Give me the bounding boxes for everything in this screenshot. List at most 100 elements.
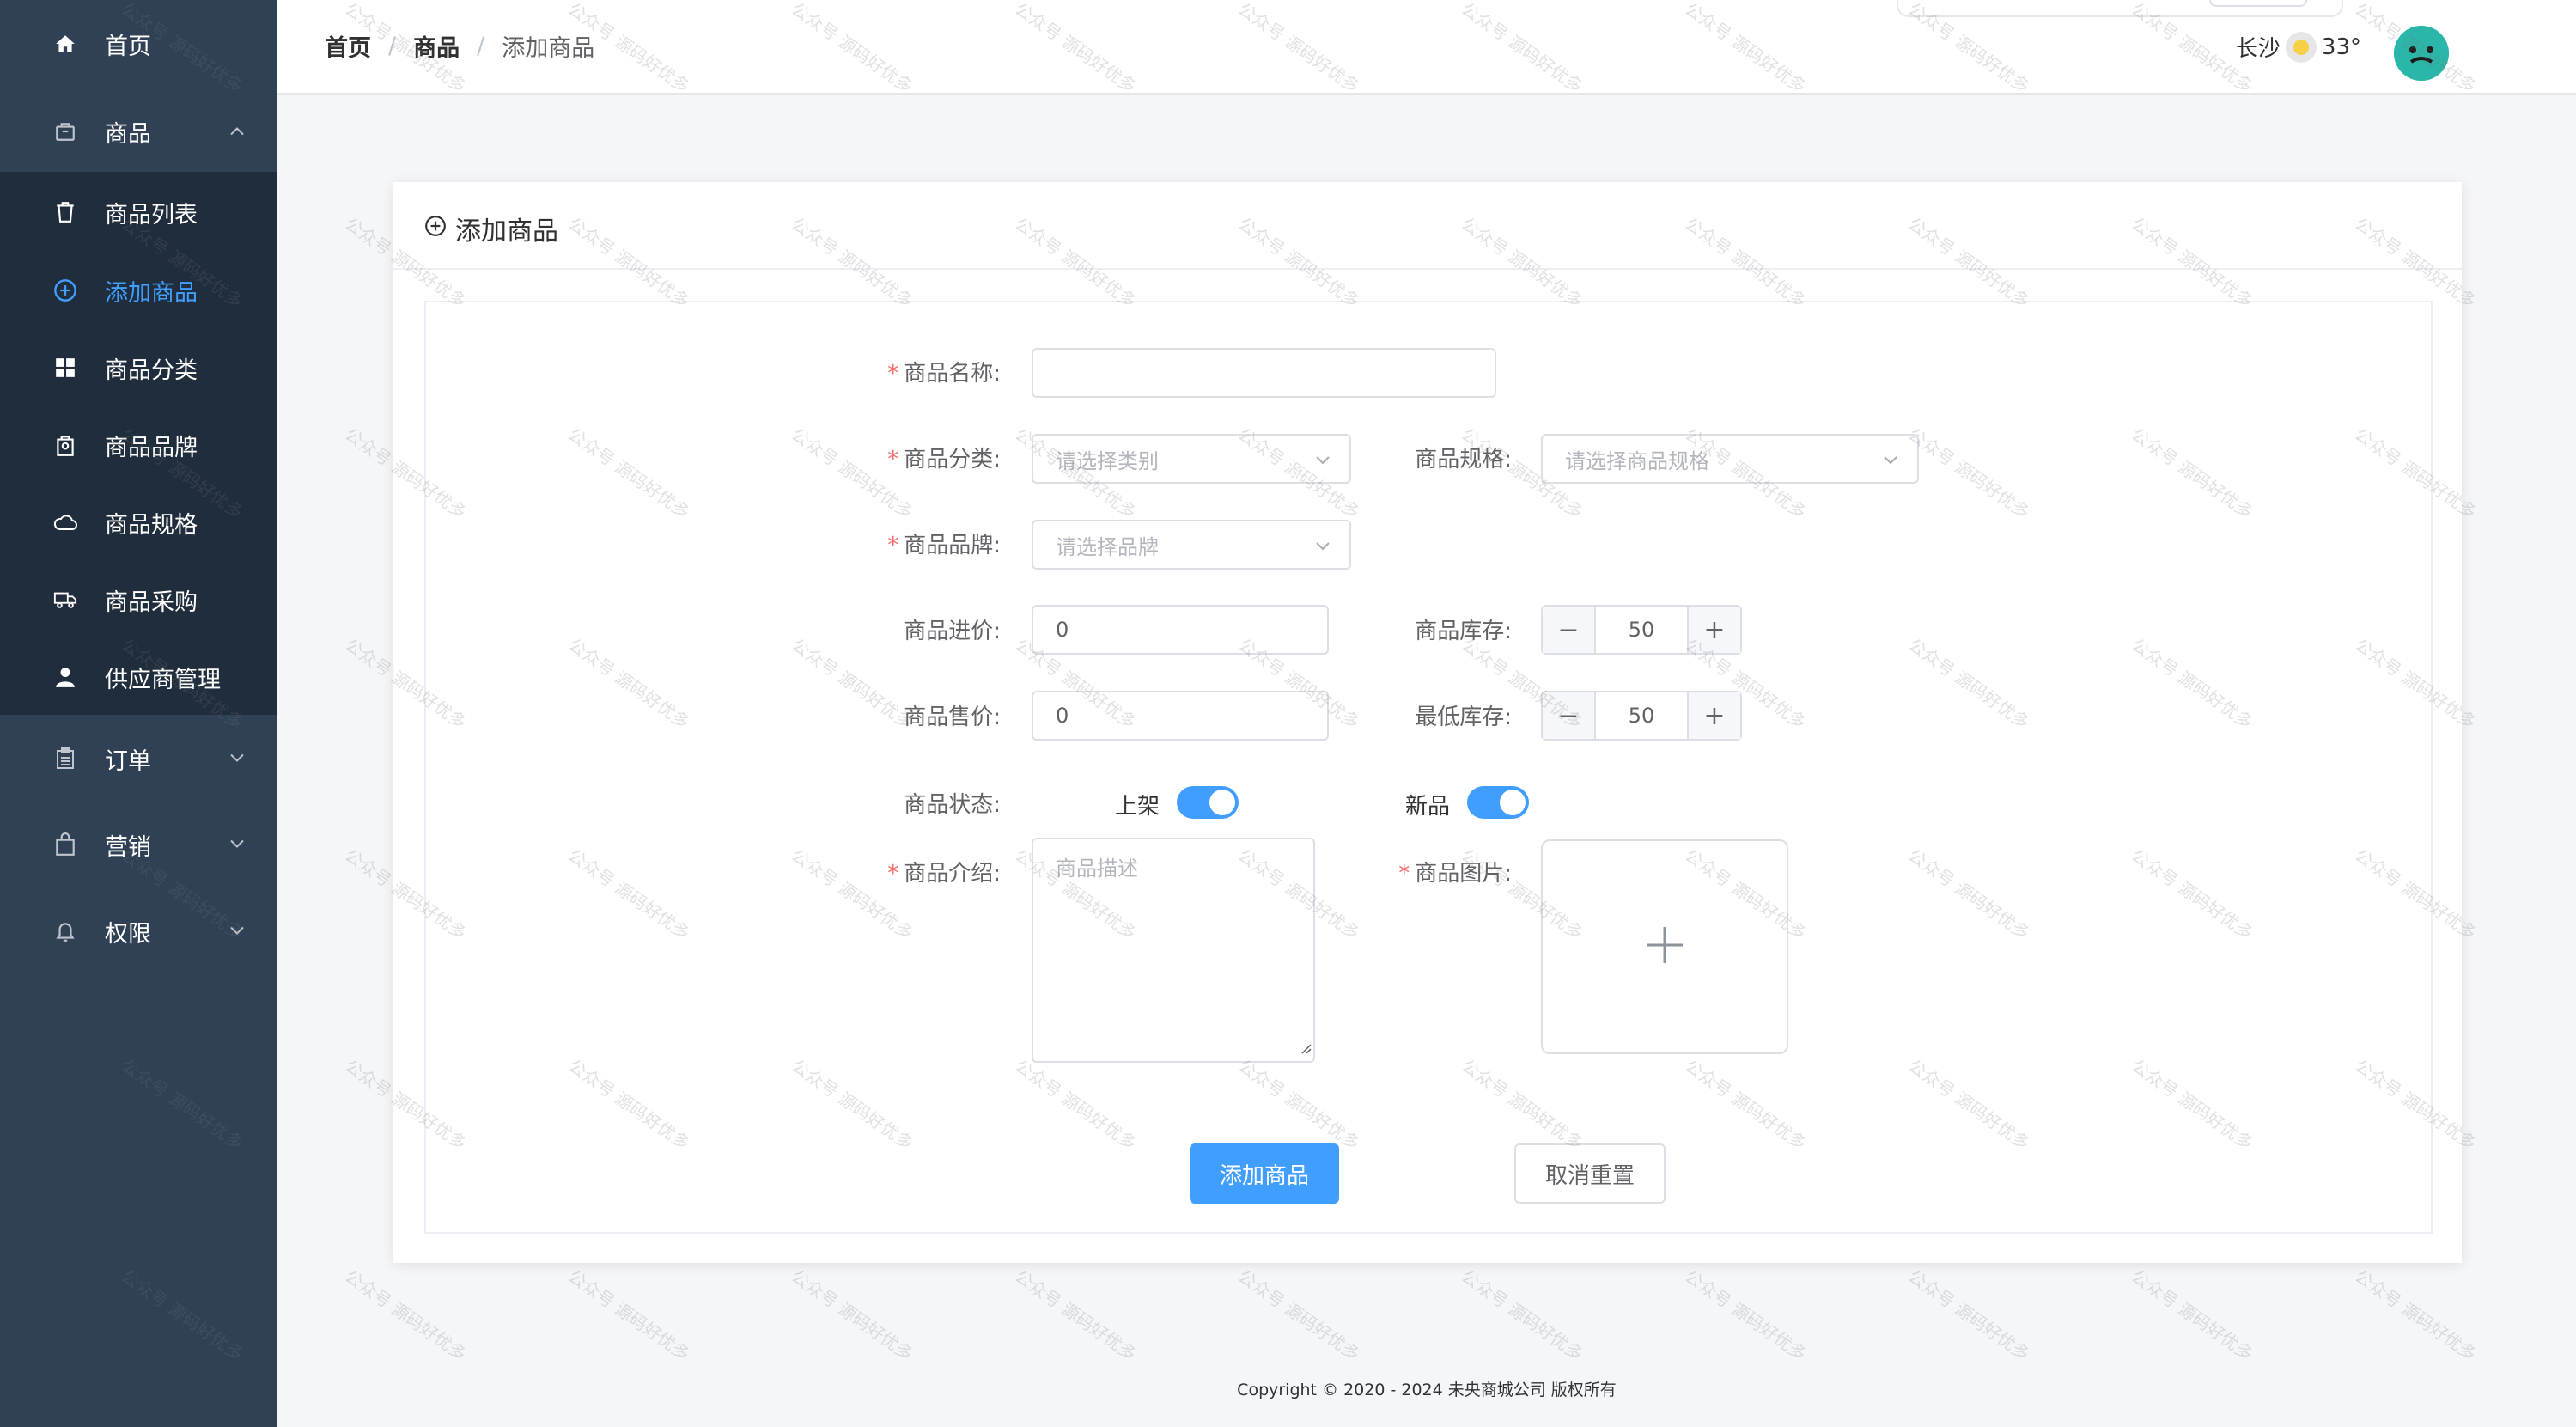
- avatar[interactable]: [2394, 26, 2449, 81]
- new-goods-label: 新品: [1405, 794, 1451, 820]
- stock-label: 商品库存:: [1415, 619, 1512, 644]
- sidebar-item-label: 营销: [105, 833, 151, 861]
- sidebar-item-label: 商品列表: [105, 201, 198, 229]
- goods-brand-label: * 商品品牌:: [887, 533, 1001, 558]
- purchase-price-label: 商品进价:: [904, 619, 1001, 644]
- sidebar-item-order[interactable]: 订单: [0, 720, 277, 797]
- clipboard-icon: [53, 747, 77, 771]
- plus-button[interactable]: +: [1687, 607, 1740, 653]
- home-icon: [53, 32, 77, 56]
- weather-widget: 长沙 33°: [2236, 31, 2361, 63]
- chevron-down-icon: [229, 751, 245, 767]
- min-stock-stepper[interactable]: − 50 +: [1541, 691, 1742, 741]
- on-shelf-label: 上架: [1115, 794, 1160, 820]
- sale-price-label: 商品售价:: [904, 704, 1001, 730]
- watermark-text: 公众号 源码好优多: [341, 1265, 471, 1365]
- sidebar-item-label: 添加商品: [105, 279, 198, 307]
- description-label: * 商品介绍:: [887, 861, 1001, 887]
- tag-icon: [53, 433, 77, 457]
- add-goods-button[interactable]: 添加商品: [1190, 1143, 1339, 1204]
- sidebar-item-label: 商品品牌: [105, 434, 198, 461]
- watermark-text: 公众号 源码好优多: [1234, 1265, 1364, 1365]
- chevron-down-icon: [1315, 447, 1331, 471]
- sidebar-item-brand[interactable]: 商品品牌: [0, 406, 277, 484]
- goods-spec-label: 商品规格:: [1415, 447, 1512, 473]
- min-stock-label: 最低库存:: [1415, 704, 1512, 730]
- sidebar-item-label: 商品分类: [105, 357, 198, 384]
- trash-icon: [53, 200, 77, 224]
- breadcrumb: 首页 / 商品 / 添加商品: [325, 29, 594, 63]
- sidebar-item-permission[interactable]: 权限: [0, 893, 277, 970]
- weather-temperature: 33°: [2321, 34, 2361, 60]
- plus-icon: [1645, 925, 1684, 968]
- goods-name-label: * 商品名称:: [887, 361, 1001, 387]
- form-panel: [424, 301, 2433, 1234]
- sidebar: 首页 商品 商品列表 添加商品 商品分类 商品品牌 商品规格 商品采购 供应商管…: [0, 0, 277, 1427]
- weather-city: 长沙: [2235, 36, 2281, 62]
- plus-circle-icon: [424, 214, 447, 244]
- sidebar-item-label: 商品规格: [105, 511, 198, 539]
- image-upload[interactable]: [1541, 839, 1788, 1054]
- sidebar-item-label: 商品采购: [105, 588, 198, 616]
- sidebar-item-category[interactable]: 商品分类: [0, 329, 277, 406]
- reset-button[interactable]: 取消重置: [1514, 1143, 1666, 1204]
- status-label: 商品状态:: [904, 792, 1001, 818]
- truck-icon: [53, 588, 77, 612]
- sidebar-item-add-goods[interactable]: 添加商品: [0, 252, 277, 329]
- card-header: 添加商品: [393, 182, 2462, 270]
- stock-value[interactable]: 50: [1596, 607, 1687, 653]
- sidebar-item-purchase[interactable]: 商品采购: [0, 561, 277, 638]
- sidebar-item-spec[interactable]: 商品规格: [0, 484, 277, 561]
- goods-category-select[interactable]: 请选择类别: [1032, 434, 1351, 484]
- minus-button[interactable]: −: [1543, 692, 1596, 739]
- card-title: 添加商品: [424, 210, 558, 247]
- shopping-bag-icon: [53, 832, 77, 857]
- min-stock-value[interactable]: 50: [1596, 692, 1687, 739]
- sidebar-item-label: 首页: [105, 33, 151, 60]
- watermark-text: 公众号 源码好优多: [1681, 1265, 1811, 1365]
- chevron-down-icon: [229, 924, 245, 940]
- watermark-text: 公众号 源码好优多: [1458, 1265, 1587, 1365]
- watermark-text: 公众号 源码好优多: [564, 1265, 694, 1365]
- goods-brand-select[interactable]: 请选择品牌: [1032, 520, 1351, 570]
- sidebar-item-label: 供应商管理: [105, 666, 221, 693]
- sidebar-item-label: 商品: [105, 120, 151, 148]
- sidebar-item-label: 权限: [105, 920, 151, 948]
- popover-edge: [1897, 0, 2343, 17]
- sidebar-item-supplier[interactable]: 供应商管理: [0, 638, 277, 716]
- on-shelf-switch[interactable]: [1177, 786, 1239, 819]
- sidebar-item-label: 订单: [105, 747, 151, 775]
- new-goods-switch[interactable]: [1467, 786, 1529, 819]
- plus-circle-icon: [53, 278, 77, 302]
- plus-button[interactable]: +: [1687, 692, 1740, 739]
- breadcrumb-goods[interactable]: 商品: [413, 29, 460, 63]
- image-label: * 商品图片:: [1398, 861, 1512, 887]
- bell-icon: [53, 919, 77, 943]
- user-icon: [53, 665, 77, 689]
- footer-copyright: Copyright © 2020 - 2024 未央商城公司 版权所有: [1237, 1381, 1617, 1400]
- breadcrumb-home[interactable]: 首页: [325, 29, 371, 63]
- grid-icon: [53, 356, 77, 380]
- watermark-text: 公众号 源码好优多: [2351, 1265, 2481, 1365]
- goods-category-label: * 商品分类:: [887, 447, 1001, 473]
- chevron-up-icon: [229, 124, 245, 140]
- purchase-price-input[interactable]: 0: [1032, 605, 1329, 655]
- minus-button[interactable]: −: [1543, 607, 1596, 653]
- watermark-text: 公众号 源码好优多: [2128, 1265, 2257, 1365]
- sidebar-item-home[interactable]: 首页: [0, 5, 277, 82]
- chevron-down-icon: [1883, 447, 1898, 471]
- sidebar-item-marketing[interactable]: 营销: [0, 806, 277, 883]
- goods-name-input[interactable]: [1032, 348, 1496, 398]
- stock-stepper[interactable]: − 50 +: [1541, 605, 1742, 655]
- sidebar-item-goods-list[interactable]: 商品列表: [0, 174, 277, 251]
- description-textarea[interactable]: 商品描述: [1032, 838, 1315, 1063]
- watermark-text: 公众号 源码好优多: [1011, 1265, 1141, 1365]
- resize-handle-icon[interactable]: [1298, 1035, 1312, 1059]
- chevron-down-icon: [229, 837, 245, 853]
- sidebar-item-goods[interactable]: 商品: [0, 93, 277, 170]
- sale-price-input[interactable]: 0: [1032, 691, 1329, 741]
- bag-icon: [53, 119, 77, 143]
- watermark-text: 公众号 源码好优多: [1904, 1265, 2034, 1365]
- goods-spec-select[interactable]: 请选择商品规格: [1541, 434, 1919, 484]
- chevron-down-icon: [1315, 533, 1331, 557]
